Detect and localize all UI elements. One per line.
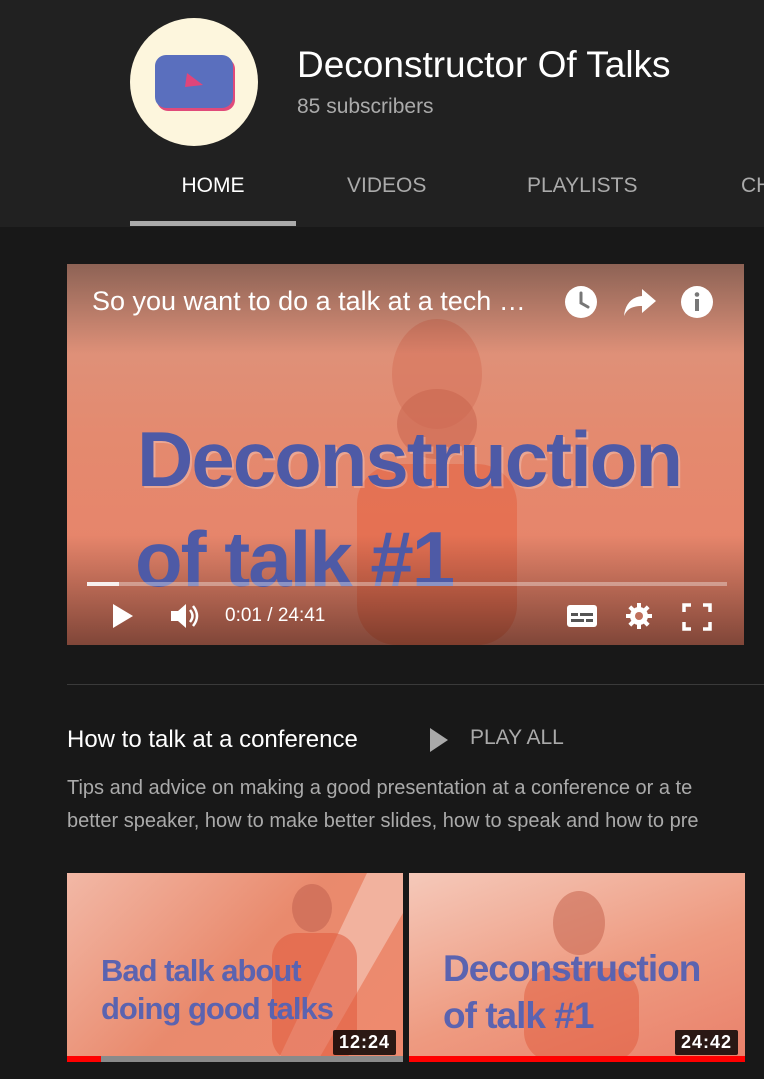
duration-badge: 24:42: [674, 1030, 738, 1055]
duration-badge: 12:24: [332, 1030, 396, 1055]
watch-later-icon[interactable]: [564, 285, 598, 319]
video-title[interactable]: So you want to do a talk at a tech …: [92, 286, 526, 317]
channel-avatar[interactable]: [130, 18, 258, 146]
logo-play-icon: [185, 73, 203, 87]
selected-tab-indicator: [130, 221, 296, 226]
video-thumbnail[interactable]: Deconstruction of talk #1 24:42: [409, 873, 745, 1062]
watch-progress-fill: [409, 1056, 745, 1062]
channel-header: Deconstructor Of Talks 85 subscribers HO…: [0, 0, 764, 227]
watch-progress-bar: [67, 1056, 403, 1062]
thumbnail-text: doing good talks: [101, 991, 334, 1026]
thumbnail-text: Bad talk about: [101, 953, 302, 988]
section-divider: [67, 684, 764, 685]
video-progress-fill: [87, 582, 119, 586]
video-overlay-text: of talk #1: [135, 515, 455, 603]
play-all-icon: [430, 728, 448, 752]
tab-videos[interactable]: VIDEOS: [347, 174, 426, 198]
tab-home[interactable]: HOME: [130, 174, 296, 198]
featured-video-player[interactable]: So you want to do a talk at a tech … Dec…: [67, 264, 744, 645]
playlist-section-title[interactable]: How to talk at a conference: [67, 726, 358, 754]
tab-channels[interactable]: CH: [741, 174, 764, 198]
watch-progress-fill: [67, 1056, 101, 1062]
playlist-description: Tips and advice on making a good present…: [67, 772, 764, 838]
volume-icon[interactable]: [169, 601, 203, 631]
description-line: better speaker, how to make better slide…: [67, 810, 699, 832]
tab-playlists[interactable]: PLAYLISTS: [527, 174, 638, 198]
channel-name: Deconstructor Of Talks: [297, 44, 671, 85]
fullscreen-icon[interactable]: [682, 603, 712, 631]
info-icon[interactable]: [680, 285, 714, 319]
play-icon[interactable]: [111, 603, 135, 629]
time-readout: 0:01 / 24:41: [225, 605, 326, 626]
settings-icon[interactable]: [625, 602, 653, 630]
video-thumbnail[interactable]: Bad talk about doing good talks 12:24: [67, 873, 403, 1062]
play-all-label: PLAY ALL: [470, 726, 564, 749]
watch-progress-bar: [409, 1056, 745, 1062]
video-progress-bar[interactable]: [87, 582, 727, 586]
subscriber-count: 85 subscribers: [297, 95, 434, 118]
share-icon[interactable]: [622, 287, 658, 317]
thumbnail-text: Deconstruction: [443, 948, 701, 989]
video-overlay-text: Deconstruction: [137, 415, 683, 503]
thumbnail-text: of talk #1: [443, 995, 594, 1036]
description-line: Tips and advice on making a good present…: [67, 777, 693, 799]
channel-logo: [155, 55, 233, 108]
subtitles-icon[interactable]: [566, 604, 598, 628]
